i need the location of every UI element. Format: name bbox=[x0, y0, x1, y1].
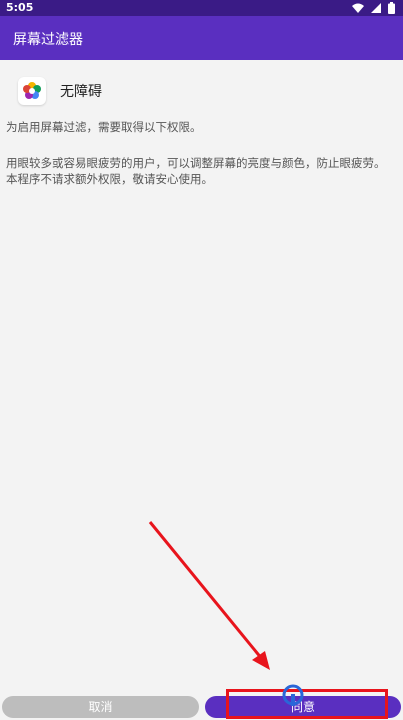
watermark-logo-icon bbox=[282, 684, 304, 706]
annotation-highlight-box bbox=[226, 689, 388, 719]
watermark bbox=[282, 684, 304, 706]
permission-screen: 5:05 屏幕过滤器 无障碍 为启用屏幕过滤，需要取得以下权限。 用眼较多或容易… bbox=[0, 0, 403, 720]
cancel-button[interactable]: 取消 bbox=[2, 696, 199, 718]
annotation-arrow-icon bbox=[148, 521, 270, 670]
